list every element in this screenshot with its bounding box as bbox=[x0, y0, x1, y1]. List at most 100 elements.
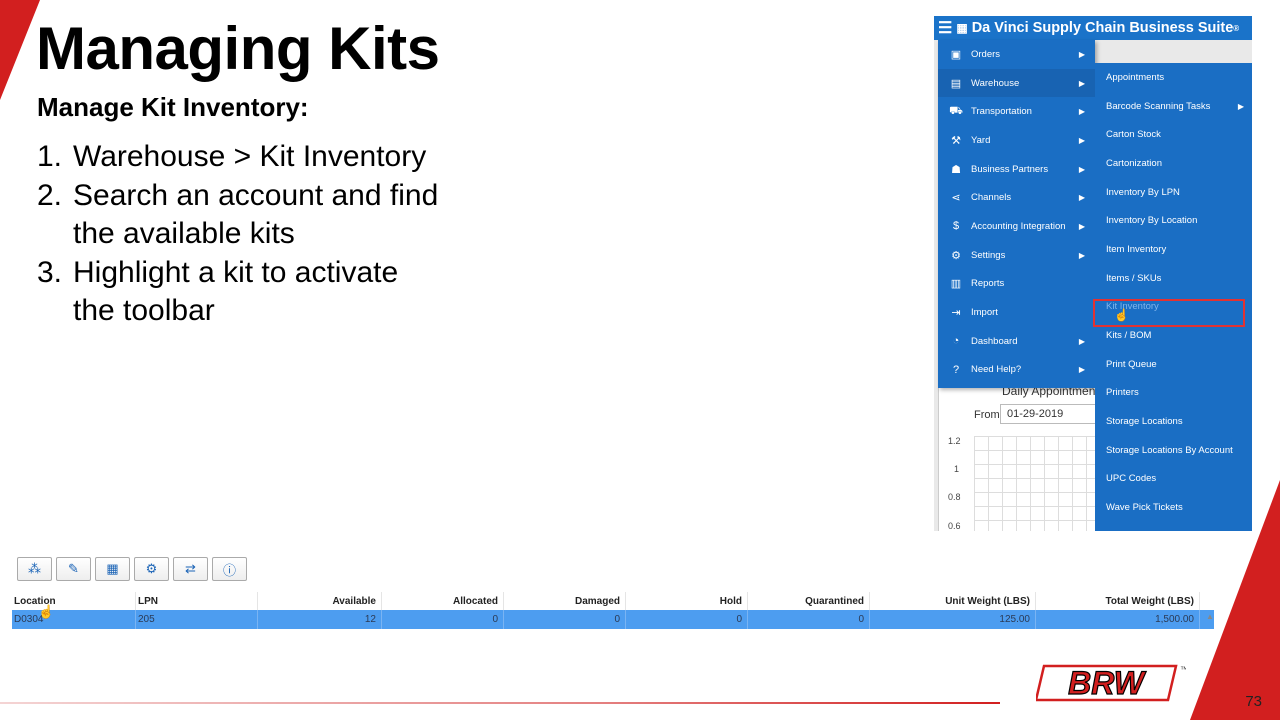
menu-item-label: Warehouse bbox=[971, 77, 1020, 89]
scroll-up-icon[interactable]: ▲ bbox=[1206, 612, 1214, 621]
submenu-item-label: Storage Locations By Account bbox=[1106, 444, 1233, 456]
caret-right-icon: ▶ bbox=[1237, 101, 1244, 111]
submenu-item-inventory-by-lpn[interactable]: Inventory By LPN bbox=[1095, 178, 1252, 207]
table-cell: 125.00 bbox=[870, 610, 1036, 629]
box-icon: ▣ bbox=[950, 48, 962, 61]
menu-item-import[interactable]: ⇥ Import bbox=[938, 298, 1095, 327]
submenu-item-label: Appointments bbox=[1106, 71, 1165, 83]
column-header[interactable]: Available bbox=[258, 592, 382, 610]
submenu-item-label: Item Inventory bbox=[1106, 243, 1167, 255]
submenu-item-storage-locations-by-account[interactable]: Storage Locations By Account bbox=[1095, 436, 1252, 465]
submenu-item-label: Storage Locations bbox=[1106, 416, 1183, 428]
column-header[interactable]: Quarantined bbox=[748, 592, 870, 610]
column-header[interactable]: Unit Weight (LBS) bbox=[870, 592, 1036, 610]
menu-item-settings[interactable]: ⚙ Settings ▶ bbox=[938, 241, 1095, 270]
kit-inventory-grid: Location LPN Available Allocated Damaged Hold… bbox=[12, 592, 1214, 629]
kit-toolbar: ⁂ ✎ ▦ ⚙ ⇄ ⓘ bbox=[17, 557, 247, 581]
warehouse-icon: ▤ bbox=[950, 77, 962, 90]
menu-item-channels[interactable]: ⋖ Channels ▶ bbox=[938, 183, 1095, 212]
app-header: ☰ ▦ Da Vinci Supply Chain Business Suite… bbox=[934, 16, 1252, 40]
caret-right-icon: ▶ bbox=[1078, 164, 1085, 174]
question-icon: ? bbox=[952, 363, 960, 376]
table-cell: 1,500.00 bbox=[1036, 610, 1200, 629]
tick-label: 1 bbox=[954, 464, 960, 474]
menu-item-accounting-integration[interactable]: $ Accounting Integration ▶ bbox=[938, 212, 1095, 241]
submenu-item-label: Carton Stock bbox=[1106, 129, 1161, 141]
submenu-item-label: Print Queue bbox=[1106, 358, 1157, 370]
pallet-icon: ▦ bbox=[106, 561, 119, 576]
list-item: 3. Highlight a kit to activate the toolb… bbox=[37, 254, 473, 331]
submenu-item-print-queue[interactable]: Print Queue bbox=[1095, 350, 1252, 379]
menu-item-transportation[interactable]: ⛟ Transportation ▶ bbox=[938, 97, 1095, 126]
submenu-item-items-skus[interactable]: Items / SKUs bbox=[1095, 264, 1252, 293]
column-header[interactable]: Allocated bbox=[382, 592, 504, 610]
magic-wand-button[interactable]: ✎ bbox=[56, 557, 91, 581]
submenu-item-carton-stock[interactable]: Carton Stock bbox=[1095, 120, 1252, 149]
app-screenshot: ☰ ▦ Da Vinci Supply Chain Business Suite… bbox=[934, 16, 1252, 531]
caret-right-icon: ▶ bbox=[1078, 135, 1085, 145]
submenu-item-cartonization[interactable]: Cartonization bbox=[1095, 149, 1252, 178]
table-cell: 205 bbox=[136, 610, 258, 629]
list-item: 2. Search an account and find the availa… bbox=[37, 177, 473, 254]
column-header[interactable]: Hold bbox=[626, 592, 748, 610]
submenu-item-wave-pick-tickets[interactable]: Wave Pick Tickets bbox=[1095, 493, 1252, 522]
pallet-button[interactable]: ▦ bbox=[95, 557, 130, 581]
menu-item-business-partners[interactable]: ☗ Business Partners ▶ bbox=[938, 155, 1095, 184]
menu-item-label: Reports bbox=[971, 278, 1005, 290]
info-button[interactable]: ⓘ bbox=[212, 557, 247, 581]
menu-item-warehouse[interactable]: ▤ Warehouse ▶ bbox=[938, 68, 1095, 98]
magic-wand-icon: ✎ bbox=[68, 561, 79, 576]
menu-item-label: Transportation bbox=[971, 106, 1032, 118]
submenu-item-printers[interactable]: Printers bbox=[1095, 379, 1252, 408]
from-date-input[interactable]: 01-29-2019 bbox=[1000, 404, 1100, 424]
svg-text:™: ™ bbox=[1180, 665, 1186, 674]
hand-truck-button[interactable]: ⚙ bbox=[134, 557, 169, 581]
kit-components-button[interactable]: ⁂ bbox=[17, 557, 52, 581]
step-text: Warehouse > Kit Inventory bbox=[73, 140, 427, 173]
step-number: 3. bbox=[37, 255, 63, 289]
main-menu: ▣ Orders ▶ ▤ Warehouse ▶ ⛟ Transportation ▶ ⚒ Yard… bbox=[938, 40, 1095, 388]
caret-right-icon: ▶ bbox=[1078, 49, 1085, 59]
submenu-item-label: UPC Codes bbox=[1106, 473, 1157, 485]
caret-right-icon: ▶ bbox=[1078, 193, 1085, 203]
tick-label: 0.8 bbox=[948, 492, 961, 502]
pointer-cursor-icon: ☝ bbox=[38, 604, 55, 619]
caret-right-icon: ▶ bbox=[1078, 107, 1085, 117]
submenu-item-item-inventory[interactable]: Item Inventory bbox=[1095, 235, 1252, 264]
dollar-icon: $ bbox=[952, 220, 960, 233]
submenu-item-barcode-scanning-tasks[interactable]: Barcode Scanning Tasks ▶ bbox=[1095, 92, 1252, 121]
hamburger-icon[interactable]: ☰ bbox=[938, 18, 952, 38]
menu-item-orders[interactable]: ▣ Orders ▶ bbox=[938, 40, 1095, 69]
gear-icon: ⚙ bbox=[951, 249, 961, 262]
svg-text:BRW: BRW bbox=[1068, 665, 1147, 701]
table-header: Location LPN Available Allocated Damaged Hold… bbox=[12, 592, 1214, 610]
column-header[interactable]: Total Weight (LBS) bbox=[1036, 592, 1200, 610]
corner-accent bbox=[0, 0, 40, 100]
menu-item-yard[interactable]: ⚒ Yard ▶ bbox=[938, 126, 1095, 155]
submenu-item-label: Wave Pick Tickets bbox=[1106, 502, 1183, 514]
kit-components-icon: ⁂ bbox=[28, 561, 41, 576]
menu-item-dashboard[interactable]: ◔ Dashboard ▶ bbox=[938, 327, 1095, 356]
submenu-item-inventory-by-location[interactable]: Inventory By Location bbox=[1095, 206, 1252, 235]
app-title: Da Vinci Supply Chain Business Suite bbox=[971, 20, 1234, 36]
bar-chart-icon: ▥ bbox=[950, 278, 962, 291]
caret-right-icon: ▶ bbox=[1078, 78, 1085, 88]
transfer-button[interactable]: ⇄ bbox=[173, 557, 208, 581]
menu-item-label: Business Partners bbox=[971, 163, 1049, 175]
submenu-item-storage-locations[interactable]: Storage Locations bbox=[1095, 407, 1252, 436]
table-row[interactable]: D0304 205 12 0 0 0 0 125.00 1,500.00 bbox=[12, 610, 1214, 629]
submenu-item-upc-codes[interactable]: UPC Codes bbox=[1095, 465, 1252, 494]
menu-item-need-help[interactable]: ? Need Help? ▶ bbox=[938, 356, 1095, 385]
submenu-item-appointments[interactable]: Appointments bbox=[1095, 63, 1252, 92]
caret-right-icon: ▶ bbox=[1078, 336, 1085, 346]
submenu-item-label: Barcode Scanning Tasks bbox=[1106, 100, 1211, 112]
menu-item-reports[interactable]: ▥ Reports bbox=[938, 270, 1095, 299]
column-header[interactable]: Damaged bbox=[504, 592, 626, 610]
dolly-icon: ⚒ bbox=[951, 134, 961, 147]
submenu-item-label: Items / SKUs bbox=[1106, 272, 1162, 284]
list-item: 1. Warehouse > Kit Inventory bbox=[37, 138, 473, 177]
submenu-item-label: Inventory By Location bbox=[1106, 215, 1198, 227]
column-header[interactable]: Location bbox=[12, 592, 136, 610]
table-cell: 0 bbox=[504, 610, 626, 629]
column-header[interactable]: LPN bbox=[136, 592, 258, 610]
